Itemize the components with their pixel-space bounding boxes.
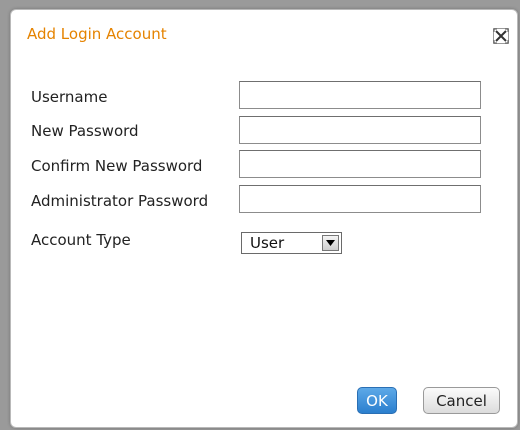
add-login-account-dialog: Add Login Account Username New Password … xyxy=(10,9,518,428)
dropdown-arrow-button[interactable] xyxy=(322,235,339,251)
chevron-down-icon xyxy=(326,240,335,246)
dialog-title: Add Login Account xyxy=(27,25,167,43)
administrator-password-label: Administrator Password xyxy=(31,192,209,210)
new-password-label: New Password xyxy=(31,122,139,140)
new-password-input[interactable] xyxy=(239,116,481,144)
ok-button[interactable]: OK xyxy=(357,387,397,414)
confirm-new-password-label: Confirm New Password xyxy=(31,157,203,175)
username-label: Username xyxy=(31,88,108,106)
confirm-new-password-input[interactable] xyxy=(239,150,481,178)
administrator-password-input[interactable] xyxy=(239,185,481,213)
account-type-label: Account Type xyxy=(31,231,131,249)
account-type-selected-value: User xyxy=(250,234,285,252)
close-icon xyxy=(493,28,509,44)
cancel-button[interactable]: Cancel xyxy=(423,387,500,414)
account-type-select[interactable]: User xyxy=(241,232,342,254)
username-input[interactable] xyxy=(239,81,481,109)
close-button[interactable] xyxy=(493,28,509,44)
